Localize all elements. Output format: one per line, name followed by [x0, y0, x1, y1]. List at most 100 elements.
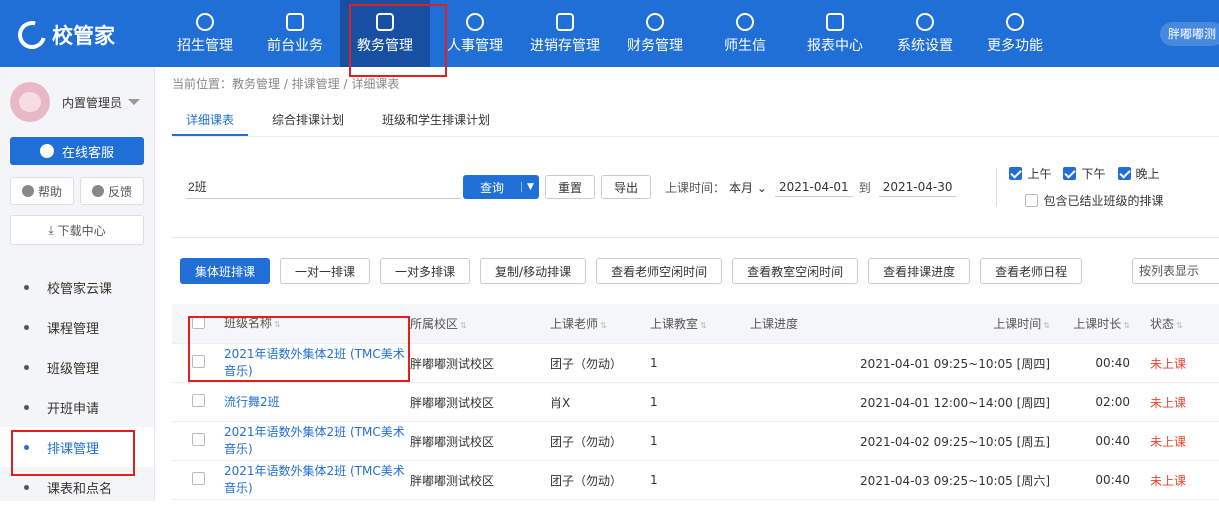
- checkbox-icon: [192, 472, 205, 485]
- annotation-highlight-menu: [11, 430, 135, 476]
- status-cell: 未上课: [1150, 473, 1187, 488]
- col-room[interactable]: 上课教室 ⇅: [650, 315, 750, 332]
- row-checkbox[interactable]: [172, 394, 210, 410]
- feedback-icon: [91, 185, 104, 197]
- campus-cell: 胖嘟嘟测试校区: [410, 434, 495, 449]
- tab-detailed-schedule[interactable]: 详细课表: [172, 103, 249, 136]
- room-free-time-button[interactable]: 查看教室空闲时间: [732, 258, 859, 284]
- campus-cell: 胖嘟嘟测试校区: [410, 356, 495, 371]
- period-checks: 上午 下午 晚上 包含已结业班级的排课: [1009, 165, 1175, 209]
- nav-item-more[interactable]: 更多功能: [970, 0, 1060, 67]
- nav-item-inventory[interactable]: 进销存管理: [520, 0, 610, 67]
- col-status[interactable]: 状态 ⇅: [1140, 315, 1200, 332]
- teacher-calendar-button[interactable]: 查看老师日程: [980, 258, 1083, 284]
- main-content: 当前位置：教务管理 / 排课管理 / 详细课表 详细课表 综合排课计划 班级和学…: [156, 67, 1219, 501]
- checkbox-evening[interactable]: 晚上: [1117, 165, 1160, 182]
- one-to-one-schedule-button[interactable]: 一对一排课: [280, 258, 371, 284]
- sort-icon: ⇅: [1123, 321, 1130, 330]
- sort-icon: ⇅: [460, 321, 467, 330]
- schedule-progress-button[interactable]: 查看排课进度: [868, 258, 971, 284]
- room-cell: 1: [650, 434, 658, 448]
- campus-cell: 胖嘟嘟测试校区: [410, 473, 495, 488]
- reset-button[interactable]: 重置: [545, 175, 596, 199]
- one-to-many-schedule-button[interactable]: 一对多排课: [380, 258, 471, 284]
- date-to-input[interactable]: 2021-04-30: [878, 178, 957, 197]
- chat-icon: [736, 13, 754, 31]
- money-icon: [646, 13, 664, 31]
- user-menu[interactable]: 胖嘟嘟测: [1160, 22, 1219, 46]
- date-from-input[interactable]: 2021-04-01: [774, 178, 853, 197]
- sidebar-item-class-application[interactable]: 开班申请: [0, 387, 154, 427]
- checkbox-morning[interactable]: 上午: [1009, 165, 1051, 182]
- nav-item-reports[interactable]: 报表中心: [790, 0, 880, 67]
- sidebar-item-cloud-course[interactable]: 校管家云课: [0, 267, 154, 307]
- time-cell: 2021-04-02 09:25~10:05 [周五]: [860, 434, 1050, 449]
- query-button[interactable]: 查询 ▼: [463, 175, 539, 199]
- search-input[interactable]: [186, 175, 461, 199]
- teacher-cell: 肖X: [550, 395, 571, 410]
- col-time[interactable]: 上课时间 ⇅: [850, 315, 1060, 332]
- sort-icon: ⇅: [700, 321, 707, 330]
- annotation-highlight-table: [188, 316, 410, 382]
- checkbox-afternoon[interactable]: 下午: [1063, 165, 1106, 182]
- campus-cell: 胖嘟嘟测试校区: [410, 395, 495, 410]
- row-checkbox[interactable]: [172, 472, 210, 488]
- monitor-icon: [286, 13, 304, 31]
- tab-bar: 详细课表 综合排课计划 班级和学生排课计划: [172, 103, 1219, 137]
- copy-move-schedule-button[interactable]: 复制/移动排课: [480, 258, 587, 284]
- class-name-link[interactable]: 2021年语数外集体2班 (TMC美术音乐): [210, 463, 410, 497]
- duration-cell: 02:00: [1095, 395, 1130, 409]
- app-logo[interactable]: 校管家: [12, 15, 115, 55]
- filter-bar: 查询 ▼ 重置 导出 上课时间： 本月 ⌄ 2021-04-01 到 2021-…: [186, 165, 1219, 209]
- table-row[interactable]: 2021年语数外集体2班 (TMC美术音乐) 胖嘟嘟测试校区 团子（勿动） 1 …: [172, 461, 1219, 500]
- profile[interactable]: 内置管理员: [0, 67, 154, 137]
- tab-overall-plan[interactable]: 综合排课计划: [258, 103, 358, 136]
- sort-icon: ⇅: [1043, 321, 1050, 330]
- sort-icon: ⇅: [600, 321, 607, 330]
- row-checkbox[interactable]: [172, 433, 210, 449]
- duration-cell: 00:40: [1095, 473, 1130, 487]
- logo-icon: [12, 15, 52, 55]
- nav-item-frontdesk[interactable]: 前台业务: [250, 0, 340, 67]
- feedback-button[interactable]: 反馈: [80, 177, 144, 205]
- help-button[interactable]: 帮助: [10, 177, 74, 205]
- chevron-down-icon[interactable]: ▼: [521, 182, 539, 192]
- teacher-free-time-button[interactable]: 查看老师空闲时间: [596, 258, 723, 284]
- bullet-icon: [24, 484, 29, 490]
- status-cell: 未上课: [1150, 434, 1187, 449]
- time-cell: 2021-04-01 12:00~14:00 [周四]: [860, 395, 1050, 410]
- col-campus[interactable]: 所属校区 ⇅: [410, 315, 550, 332]
- chevron-down-icon: [128, 99, 141, 105]
- annotation-highlight-nav: [349, 4, 447, 77]
- download-center-button[interactable]: ⤓ 下载中心: [10, 215, 144, 245]
- nav-item-settings[interactable]: 系统设置: [880, 0, 970, 67]
- avatar: [10, 82, 50, 122]
- checkbox-include-closed[interactable]: 包含已结业班级的排课: [1025, 192, 1163, 209]
- teacher-cell: 团子（勿动）: [550, 356, 623, 371]
- view-mode-select[interactable]: 按列表显示: [1132, 258, 1219, 284]
- chevron-down-icon: ⌄: [756, 180, 767, 195]
- logo-text: 校管家: [52, 24, 115, 48]
- person-icon: [466, 13, 484, 31]
- download-icon: ⤓: [48, 222, 54, 237]
- group-schedule-button[interactable]: 集体班排课: [180, 258, 271, 284]
- duration-cell: 00:40: [1095, 356, 1130, 370]
- col-teacher[interactable]: 上课老师 ⇅: [550, 315, 650, 332]
- class-name-link[interactable]: 流行舞2班: [210, 394, 410, 411]
- export-button[interactable]: 导出: [601, 175, 652, 199]
- col-duration[interactable]: 上课时长 ⇅: [1060, 315, 1140, 332]
- checkbox-checked-icon: [1117, 167, 1131, 180]
- tab-class-student-plan[interactable]: 班级和学生排课计划: [368, 103, 504, 136]
- online-service-button[interactable]: 在线客服: [10, 137, 144, 165]
- month-select[interactable]: 本月 ⌄: [729, 179, 767, 196]
- table-row[interactable]: 2021年语数外集体2班 (TMC美术音乐) 胖嘟嘟测试校区 团子（勿动） 1 …: [172, 422, 1219, 461]
- nav-item-messages[interactable]: 师生信: [700, 0, 790, 67]
- divider: [996, 168, 998, 206]
- nav-item-finance[interactable]: 财务管理: [610, 0, 700, 67]
- nav-item-admissions[interactable]: 招生管理: [160, 0, 250, 67]
- class-name-link[interactable]: 2021年语数外集体2班 (TMC美术音乐): [210, 424, 410, 458]
- table-row[interactable]: 流行舞2班 胖嘟嘟测试校区 肖X 1 2021-04-01 12:00~14:0…: [172, 383, 1219, 422]
- room-cell: 1: [650, 356, 658, 370]
- sidebar-item-course-management[interactable]: 课程管理: [0, 307, 154, 347]
- sidebar-item-class-management[interactable]: 班级管理: [0, 347, 154, 387]
